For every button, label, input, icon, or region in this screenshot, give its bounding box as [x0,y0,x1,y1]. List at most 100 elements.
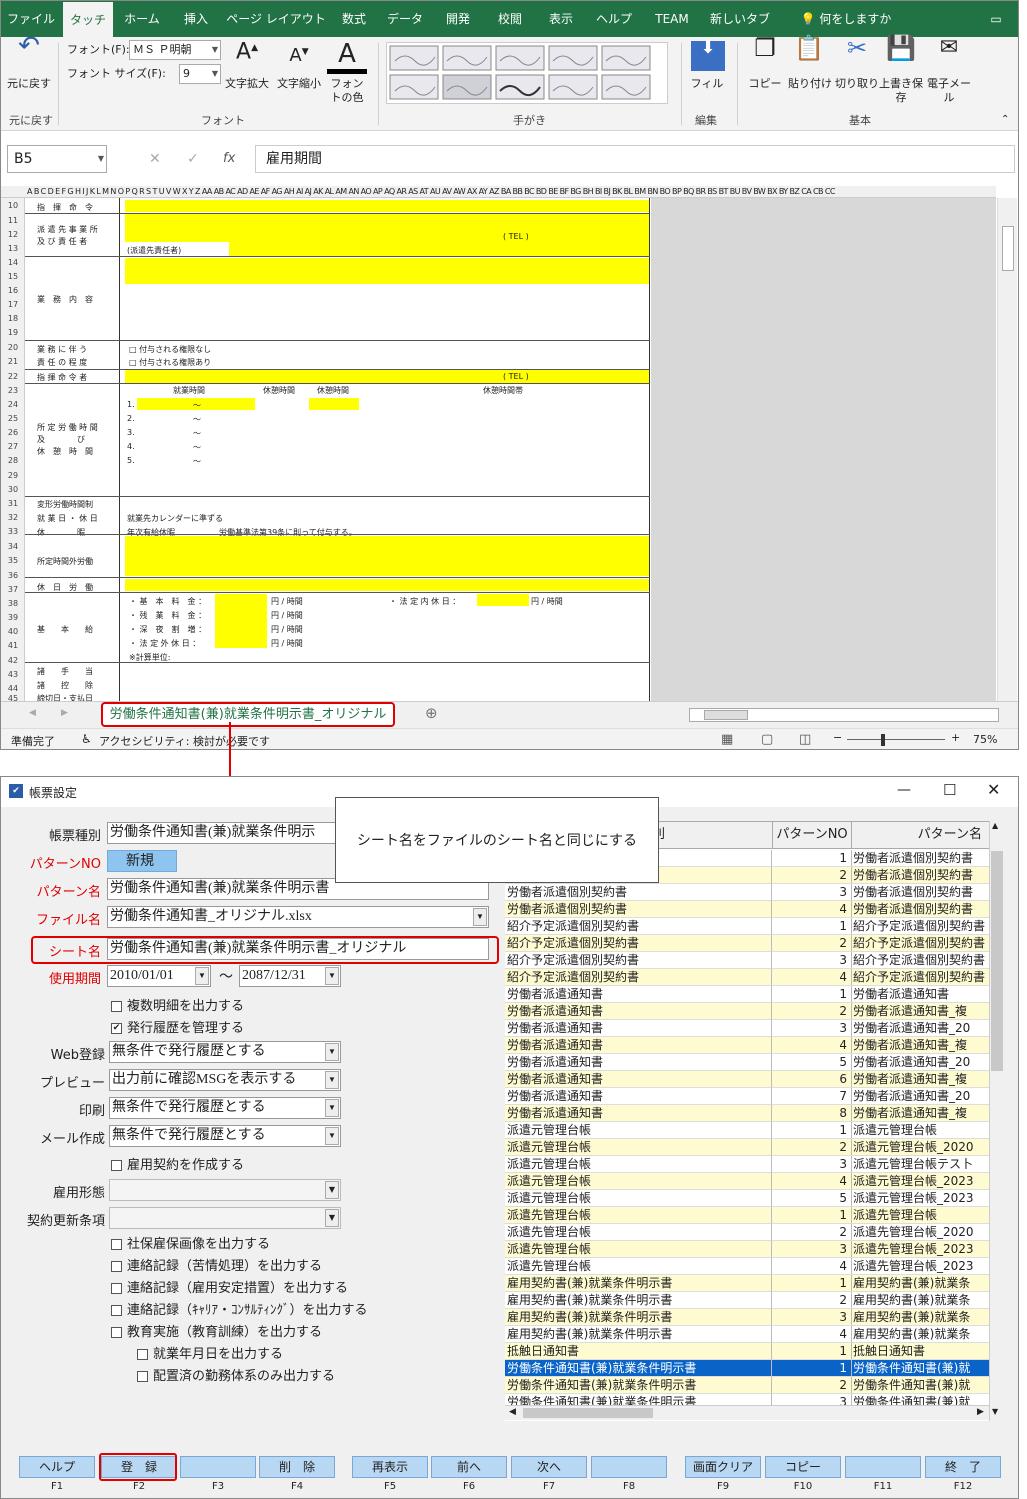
size-combo[interactable]: 9 ▼ [179,64,221,84]
paste-label[interactable]: 貼り付け [787,77,833,91]
mail-label[interactable]: 電子メール [923,77,975,105]
grid-header-pattern-name[interactable]: パターン名 [851,821,989,849]
table-row[interactable]: 抵触日通知書 1 抵触日通知書 [505,1343,989,1360]
checkbox-box[interactable] [111,1305,122,1316]
table-row[interactable]: 派遣元管理台帳 3 派遣元管理台帳テス卜 [505,1156,989,1173]
table-row[interactable]: 紹介予定派遣個別契約書 1 紹介予定派遣個別契約書 [505,918,989,935]
normal-view-icon[interactable]: ▦ [721,732,733,747]
web-select[interactable]: 無条件で発行履歴とする ▼ [109,1041,341,1063]
chevron-down-icon[interactable]: ▼ [325,967,339,985]
input-cell[interactable] [309,398,359,410]
tab-view[interactable]: 表示 [537,1,585,37]
zoom-thumb[interactable] [881,734,885,746]
table-row[interactable]: 派遣先管理台帳 3 派遣先管理台帳_2023 [505,1241,989,1258]
zoom-slider[interactable] [847,739,945,740]
fill-down-icon[interactable]: ⬇ [691,39,725,71]
table-row[interactable]: 派遣先管理台帳 2 派遣先管理台帳_2020 [505,1224,989,1241]
table-row[interactable]: 労働者派遣個別契約書 3 労働者派遣個別契約書 [505,884,989,901]
add-sheet-icon[interactable]: ⊕ [425,704,438,722]
table-row[interactable]: 労働者派遣通知書 7 労働者派遣通知書_20 [505,1088,989,1105]
function-icon[interactable]: fx [223,151,235,166]
tab-review[interactable]: 校閲 [485,1,535,37]
fkey-button-f5[interactable]: 再表示 [352,1456,428,1478]
vertical-scrollbar[interactable] [997,198,1017,701]
table-row[interactable]: 労働者派遣通知書 3 労働者派遣通知書_20 [505,1020,989,1037]
input-cell[interactable] [125,214,649,242]
social-checkbox[interactable]: 社保雇保画像を出力する [111,1233,270,1252]
minimize-icon[interactable]: — [897,782,911,798]
input-cell[interactable] [125,370,649,383]
input-cell[interactable] [229,242,649,256]
input-cell[interactable] [477,594,529,606]
font-grow-label[interactable]: 文字拡大 [223,77,271,91]
font-combo[interactable]: ＭＳ Ｐ明朝 ▼ [129,40,221,60]
input-cell[interactable] [215,594,267,648]
print-select[interactable]: 無条件で発行履歴とする ▼ [109,1097,341,1119]
horizontal-scrollbar[interactable] [689,708,999,722]
table-row[interactable]: 労働者派遣通知書 1 労働者派遣通知書 [505,986,989,1003]
tab-new[interactable]: 新しいタブ [703,1,777,37]
table-row[interactable]: 派遣元管理台帳 5 派遣元管理台帳_2023 [505,1190,989,1207]
table-row[interactable]: 労働条件通知書(兼)就業条件明示書 1 労働条件通知書(兼)就 [505,1360,989,1377]
grid-horizontal-scrollbar[interactable]: ◀ ▶ [505,1405,989,1420]
table-row[interactable]: 紹介予定派遣個別契約書 4 紹介予定派遣個別契約書 [505,969,989,986]
education-checkbox[interactable]: 教育実施（教育訓練）を出力する [111,1321,322,1340]
contact-stability-checkbox[interactable]: 連絡記録（雇用安定措置）を出力する [111,1277,348,1296]
chevron-down-icon[interactable]: ▼ [473,908,487,926]
tab-touch[interactable]: タッチ [63,1,113,37]
scroll-down-icon[interactable]: ▼ [992,1407,998,1416]
chevron-down-icon[interactable]: ▼ [195,967,209,985]
input-cell[interactable] [125,536,649,576]
input-cell[interactable] [125,200,649,212]
placed-only-checkbox[interactable]: 配置済の勤務体系のみ出力する [137,1365,335,1384]
input-cell[interactable] [125,258,649,284]
table-row[interactable]: 雇用契約書(兼)就業条件明示書 2 雇用契約書(兼)就業条 [505,1292,989,1309]
pattern-grid[interactable]: 帳票種別 パターンNO パターン名 1労働者派遣個別契約書2労働者派遣個別契約書… [505,821,989,1421]
cancel-icon[interactable]: ✕ [149,151,161,167]
multi-detail-checkbox[interactable]: 複数明細を出力する [111,995,244,1014]
table-row[interactable]: 派遣先管理台帳 4 派遣先管理台帳_2023 [505,1258,989,1275]
table-row[interactable]: 労働者派遣通知書 5 労働者派遣通知書_20 [505,1054,989,1071]
copy-label[interactable]: コピー [747,77,783,91]
work-date-checkbox[interactable]: 就業年月日を出力する [137,1343,283,1362]
fkey-button-f10[interactable]: コピー [765,1456,841,1478]
input-cell[interactable] [125,579,649,591]
zoom-in-icon[interactable]: + [951,731,960,744]
tab-help[interactable]: ヘルプ [587,1,641,37]
h-scroll-thumb[interactable] [704,710,748,720]
copy-icon[interactable]: ❐ [747,36,783,60]
undo-icon[interactable]: ↶ [9,33,49,59]
table-row[interactable]: 派遣先管理台帳 1 派遣先管理台帳 [505,1207,989,1224]
chevron-down-icon[interactable]: ▼ [325,1071,339,1089]
fkey-button-f8[interactable] [591,1456,667,1478]
enter-icon[interactable]: ✓ [187,151,199,167]
table-row[interactable]: 労働者派遣通知書 2 労働者派遣通知書_複 [505,1003,989,1020]
history-checkbox[interactable]: ✔ 発行履歴を管理する [111,1017,244,1036]
grid-body[interactable]: 1 労働者派遣個別契約書 2 労働者派遣個別契約書 労働者派遣個別契約書 3 労働者派遣個別… [505,850,989,1415]
tell-me-search[interactable]: 💡 何をしますか [791,1,901,37]
sheet-name-field[interactable]: 労働条件通知書(兼)就業条件明示書_オリジナル [107,938,489,960]
table-row[interactable]: 雇用契約書(兼)就業条件明示書 3 雇用契約書(兼)就業条 [505,1309,989,1326]
table-row[interactable]: 労働者派遣個別契約書 4 労働者派遣個別契約書 [505,901,989,918]
tab-team[interactable]: TEAM [643,1,701,37]
font-grow-icon[interactable]: A▲ [223,41,271,63]
checkbox-box[interactable] [111,1001,122,1012]
tab-formulas[interactable]: 数式 [331,1,377,37]
prev-sheet-icon[interactable]: ◀ [29,708,36,718]
chevron-down-icon[interactable]: ▼ [325,1099,339,1117]
table-row[interactable]: 労働条件通知書(兼)就業条件明示書 2 労働条件通知書(兼)就 [505,1377,989,1394]
paste-icon[interactable]: 📋 [787,36,831,60]
font-shrink-label[interactable]: 文字縮小 [275,77,323,91]
table-row[interactable]: 派遣元管理台帳 4 派遣元管理台帳_2023 [505,1173,989,1190]
employment-type-select[interactable]: ▼ [109,1179,341,1201]
checkbox-box[interactable] [111,1283,122,1294]
kind-field[interactable]: 労働条件通知書(兼)就業条件明示 [107,822,339,844]
preview-select[interactable]: 出力前に確認MSGを表示する ▼ [109,1069,341,1091]
fkey-button-f9[interactable]: 画面クリア [685,1456,761,1478]
chevron-down-icon[interactable]: ▼ [325,1127,339,1145]
table-row[interactable]: 派遣元管理台帳 2 派遣元管理台帳_2020 [505,1139,989,1156]
scroll-right-icon[interactable]: ▶ [977,1407,984,1417]
chevron-down-icon[interactable]: ▼ [325,1181,339,1199]
fill-label[interactable]: フィル [687,77,727,91]
font-color-icon[interactable]: A [327,39,367,74]
